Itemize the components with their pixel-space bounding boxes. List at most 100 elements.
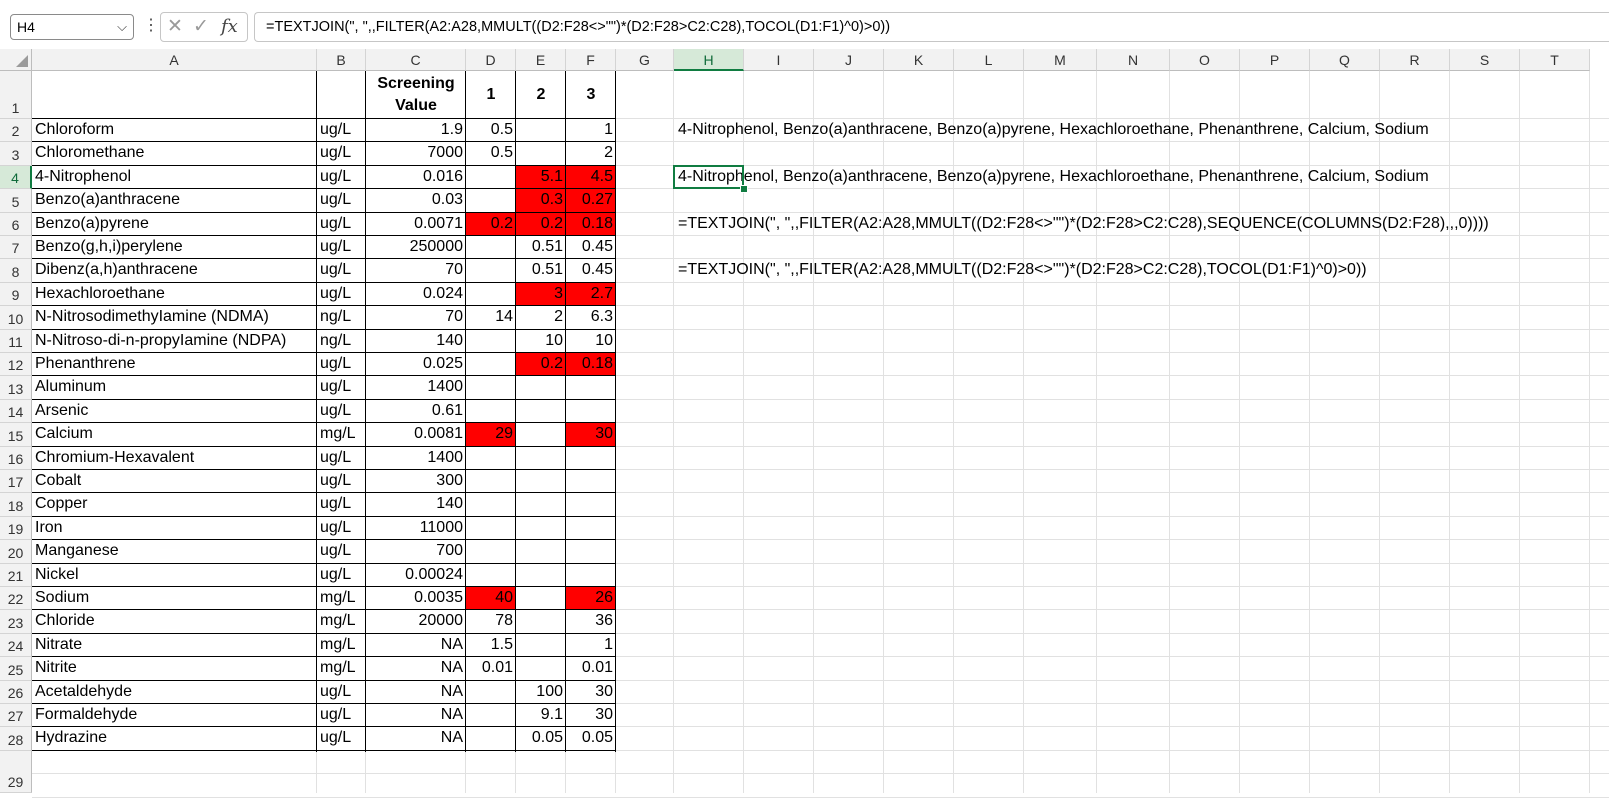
cell-c7[interactable]: 250000 (366, 236, 466, 259)
row-header-18[interactable]: 18 (0, 493, 32, 517)
cell-c12[interactable]: 0.025 (366, 353, 466, 376)
cell-f9[interactable]: 2.7 (566, 282, 616, 307)
row-header-13[interactable]: 13 (0, 376, 32, 400)
row-header-12[interactable]: 12 (0, 353, 32, 377)
cell-f20[interactable] (566, 540, 616, 563)
cell-d26[interactable] (466, 681, 516, 704)
cell-e26[interactable]: 100 (516, 681, 566, 704)
cell-e17[interactable] (516, 470, 566, 493)
cell-c27[interactable]: NA (366, 704, 466, 727)
cell-d15[interactable]: 29 (466, 423, 516, 447)
row-header-28[interactable]: 28 (0, 727, 32, 751)
cell-e22[interactable] (516, 587, 566, 610)
cell-e18[interactable] (516, 493, 566, 516)
cell-b19[interactable]: ug/L (317, 517, 366, 540)
cell-a20[interactable]: Manganese (32, 540, 317, 563)
cancel-icon[interactable]: ✕ (167, 16, 183, 38)
cell-a3[interactable]: Chloromethane (32, 142, 317, 165)
column-header-o[interactable]: O (1170, 49, 1240, 71)
cell-f18[interactable] (566, 493, 616, 516)
more-options-icon[interactable]: ⋮ (143, 14, 159, 40)
cell-a28[interactable]: Hydrazine (32, 727, 317, 750)
column-header-l[interactable]: L (954, 49, 1024, 71)
cell-b15[interactable]: mg/L (317, 423, 366, 446)
cell-f11[interactable]: 10 (566, 330, 616, 353)
cell-a11[interactable]: N-Nitroso-di-n-propyIamine (NDPA) (32, 330, 317, 353)
cell-c3[interactable]: 7000 (366, 142, 466, 165)
cell-c28[interactable]: NA (366, 727, 466, 750)
cell-b13[interactable]: ug/L (317, 376, 366, 399)
row-header-6[interactable]: 6 (0, 212, 32, 236)
cell-a9[interactable]: Hexachloroethane (32, 283, 317, 306)
cell-d21[interactable] (466, 564, 516, 587)
row-header-7[interactable]: 7 (0, 236, 32, 260)
cell-c20[interactable]: 700 (366, 540, 466, 563)
cell-e4[interactable]: 5.1 (516, 165, 566, 190)
cell-b14[interactable]: ug/L (317, 400, 366, 423)
cell-e8[interactable]: 0.51 (516, 259, 566, 282)
header-cell-c[interactable]: Screening Value (366, 71, 466, 119)
cell-a6[interactable]: Benzo(a)pyrene (32, 213, 317, 236)
cell-f16[interactable] (566, 447, 616, 470)
cell-c6[interactable]: 0.0071 (366, 213, 466, 236)
cell-e28[interactable]: 0.05 (516, 727, 566, 750)
cell-c5[interactable]: 0.03 (366, 189, 466, 212)
cell-e11[interactable]: 10 (516, 330, 566, 353)
enter-icon[interactable]: ✓ (193, 16, 209, 38)
cell-b2[interactable]: ug/L (317, 119, 366, 142)
row-header-20[interactable]: 20 (0, 540, 32, 564)
cell-a22[interactable]: Sodium (32, 587, 317, 610)
row-header-2[interactable]: 2 (0, 119, 32, 143)
cell-a12[interactable]: Phenanthrene (32, 353, 317, 376)
cell-c2[interactable]: 1.9 (366, 119, 466, 142)
row-header-17[interactable]: 17 (0, 470, 32, 494)
cell-b24[interactable]: mg/L (317, 634, 366, 657)
row-header-1[interactable]: 1 (0, 71, 32, 119)
cell-e12[interactable]: 0.2 (516, 353, 566, 377)
column-header-h[interactable]: H (674, 49, 744, 71)
cell-b17[interactable]: ug/L (317, 470, 366, 493)
cell-e7[interactable]: 0.51 (516, 236, 566, 259)
cell-e10[interactable]: 2 (516, 306, 566, 329)
column-header-d[interactable]: D (466, 49, 516, 71)
row-header-5[interactable]: 5 (0, 189, 32, 213)
cell-c22[interactable]: 0.0035 (366, 587, 466, 610)
cell-d17[interactable] (466, 470, 516, 493)
cell-d14[interactable] (466, 400, 516, 423)
cell-d2[interactable]: 0.5 (466, 119, 516, 142)
cell-c8[interactable]: 70 (366, 259, 466, 282)
column-header-p[interactable]: P (1240, 49, 1310, 71)
formula-input[interactable]: =TEXTJOIN(", ",,FILTER(A2:A28,MMULT((D2:… (254, 12, 1609, 42)
cell-b10[interactable]: ng/L (317, 306, 366, 329)
cell-a5[interactable]: Benzo(a)anthracene (32, 189, 317, 212)
cell-c19[interactable]: 11000 (366, 517, 466, 540)
cell-b27[interactable]: ug/L (317, 704, 366, 727)
cell-f21[interactable] (566, 564, 616, 587)
cell-d8[interactable] (466, 259, 516, 282)
cell-c24[interactable]: NA (366, 634, 466, 657)
cell-b20[interactable]: ug/L (317, 540, 366, 563)
cell-f3[interactable]: 2 (566, 142, 616, 165)
cell-b12[interactable]: ug/L (317, 353, 366, 376)
cell-c26[interactable]: NA (366, 681, 466, 704)
cell-b5[interactable]: ug/L (317, 189, 366, 212)
cell-f15[interactable]: 30 (566, 423, 616, 447)
cell-a10[interactable]: N-NitrosodimethyIamine (NDMA) (32, 306, 317, 329)
cell-h6[interactable]: =TEXTJOIN(", ",,FILTER(A2:A28,MMULT((D2:… (674, 213, 1489, 235)
cell-d24[interactable]: 1.5 (466, 634, 516, 657)
cell-a19[interactable]: Iron (32, 517, 317, 540)
cell-a25[interactable]: Nitrite (32, 657, 317, 680)
cell-f22[interactable]: 26 (566, 587, 616, 611)
column-header-s[interactable]: S (1450, 49, 1520, 71)
column-header-n[interactable]: N (1097, 49, 1170, 71)
cell-b26[interactable]: ug/L (317, 681, 366, 704)
row-header-10[interactable]: 10 (0, 306, 32, 330)
cell-d27[interactable] (466, 704, 516, 727)
cell-d3[interactable]: 0.5 (466, 142, 516, 165)
row-header-8[interactable]: 8 (0, 259, 32, 283)
cell-b18[interactable]: ug/L (317, 493, 366, 516)
row-header-29[interactable]: 29 (0, 750, 32, 793)
row-header-22[interactable]: 22 (0, 587, 32, 611)
row-header-26[interactable]: 26 (0, 680, 32, 704)
cell-a18[interactable]: Copper (32, 493, 317, 516)
